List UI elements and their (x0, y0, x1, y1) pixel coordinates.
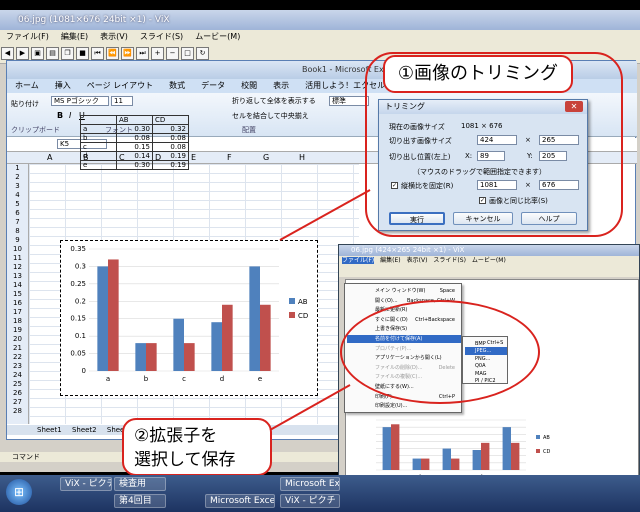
taskbar-item-vix-2[interactable]: ViX - ピクチ (280, 494, 340, 508)
taskbar-item-doc-2[interactable]: 第4回目 (114, 494, 166, 508)
taskbar: ⊞ ViX - ピクチ 検査用 第4回目 Microsoft Excel Mic… (0, 475, 640, 512)
taskbar-item-excel-1[interactable]: Microsoft Excel (205, 494, 275, 508)
start-orb-icon[interactable]: ⊞ (6, 479, 32, 505)
callout-pointers (269, 189, 371, 431)
taskbar-item-doc[interactable]: 検査用 (114, 477, 166, 491)
taskbar-item-vix-1[interactable]: ViX - ピクチ (60, 477, 112, 491)
taskbar-item-excel-2[interactable]: Microsoft Excel (280, 477, 340, 491)
pointer-2 (269, 384, 351, 431)
pointer-1 (279, 189, 371, 241)
